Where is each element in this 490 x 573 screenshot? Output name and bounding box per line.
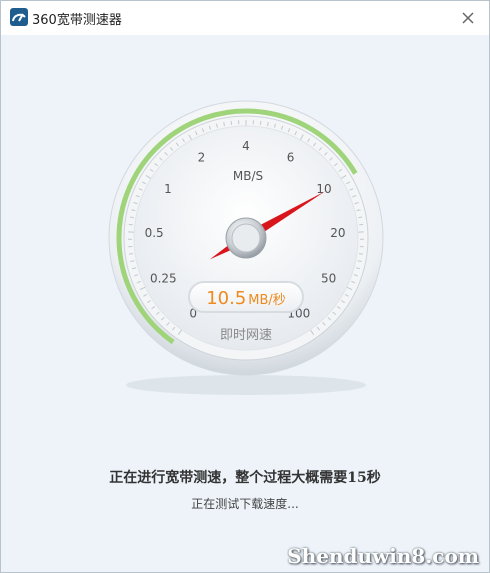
- gauge-scale-label: 0.25: [150, 271, 177, 285]
- gauge-tick: [129, 253, 134, 255]
- status-main-text: 正在进行宽带测速，整个过程大概需要15秒: [109, 470, 381, 486]
- gauge-graphic: 00.250.51246102050100 MB/S 10.5 MB/秒 即时网速: [108, 100, 384, 395]
- gauge-scale-label: 20: [330, 226, 345, 240]
- status-sub-text: 正在测试下载速度...: [191, 497, 299, 511]
- gauge-scale-label: 50: [321, 271, 336, 285]
- gauge-tick: [259, 120, 262, 125]
- speed-readout-value: 10.5: [206, 288, 246, 309]
- gauge-scale-label: 2: [198, 151, 206, 165]
- close-icon[interactable]: [457, 7, 479, 29]
- gauge-scale-label: 4: [242, 139, 250, 153]
- gauge-tick: [358, 216, 363, 219]
- main-content: 0 0.25 0.5 1 2 4 6 10 20 50 100 MB/S 10.5 MB/秒 即时网速: [1, 35, 489, 572]
- gauge-hub-center: [231, 223, 261, 253]
- gauge-scale-label: 6: [287, 151, 295, 165]
- gauge-scale-label: 1: [164, 182, 172, 196]
- app-logo-icon: [10, 8, 28, 26]
- title-bar[interactable]: 360宽带测速器: [1, 1, 489, 35]
- gauge-scale-label: 0.5: [145, 226, 164, 240]
- gauge-shadow: [126, 375, 366, 395]
- gauge-tick: [358, 253, 363, 255]
- gauge-tick: [129, 216, 134, 219]
- watermark-logo: Shenduwin8.com: [287, 544, 479, 568]
- speed-readout-unit: MB/秒: [248, 293, 286, 308]
- gauge-scale-label: 10: [316, 182, 331, 196]
- gauge-tick: [230, 120, 233, 125]
- speed-gauge: 0 0.25 0.5 1 2 4 6 10 20 50 100 MB/S 10.5 MB/秒 即时网速: [96, 93, 396, 413]
- window-title: 360宽带测速器: [32, 13, 122, 28]
- gauge-unit-label: MB/S: [233, 169, 263, 183]
- speed-caption: 即时网速: [220, 328, 272, 343]
- speedtest-window: 360宽带测速器 0 0.25 0.5 1 2 4 6 10 20 50 100…: [0, 0, 490, 573]
